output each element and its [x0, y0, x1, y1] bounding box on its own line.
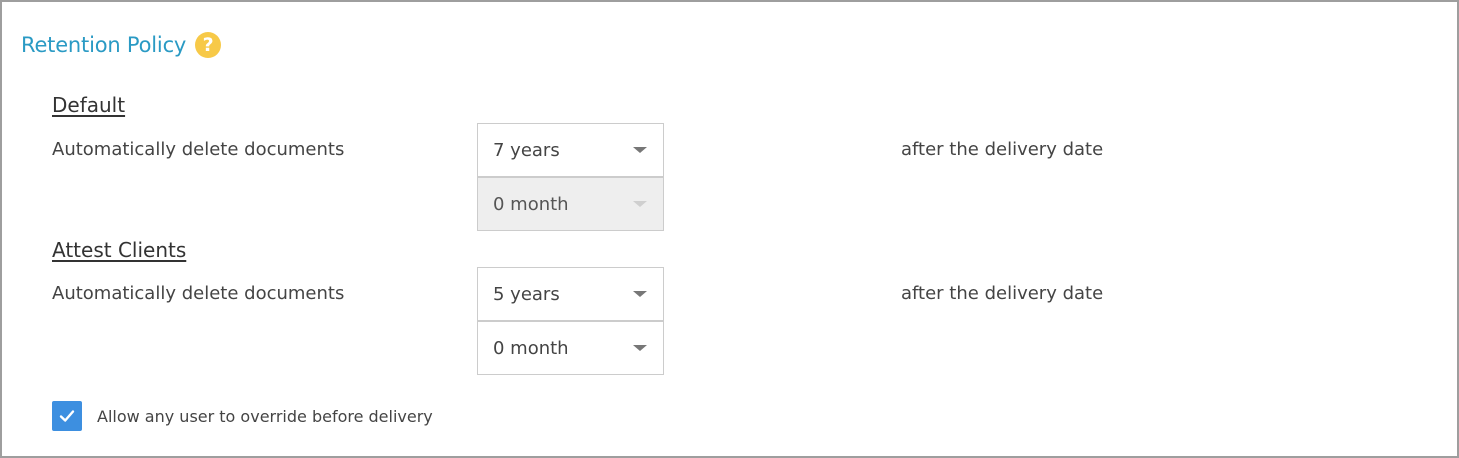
checkmark-icon [59, 410, 75, 422]
default-months-select: 0 month [477, 177, 664, 231]
section-heading-attest-clients: Attest Clients [52, 238, 187, 262]
chevron-down-icon [633, 345, 647, 351]
attest-months-select[interactable]: 0 month [477, 321, 664, 375]
default-years-value: 7 years [493, 139, 560, 161]
section-heading-default: Default [52, 93, 126, 117]
attest-delete-label: Automatically delete documents [52, 283, 345, 304]
default-years-select[interactable]: 7 years [477, 123, 664, 177]
help-circle-icon[interactable]: ? [195, 32, 222, 58]
default-suffix-text: after the delivery date [901, 139, 1104, 160]
panel-title: Retention Policy [21, 33, 187, 57]
panel-header: Retention Policy ? [21, 30, 222, 60]
attest-suffix-text: after the delivery date [901, 283, 1104, 304]
override-checkbox[interactable] [52, 401, 82, 431]
attest-months-value: 0 month [493, 337, 569, 359]
chevron-down-icon [633, 147, 647, 153]
override-checkbox-label: Allow any user to override before delive… [97, 406, 433, 426]
retention-policy-panel: Retention Policy ? Default Automatically… [0, 0, 1459, 458]
attest-years-select[interactable]: 5 years [477, 267, 664, 321]
chevron-down-icon [633, 201, 647, 207]
chevron-down-icon [633, 291, 647, 297]
override-checkbox-row[interactable]: Allow any user to override before delive… [52, 401, 433, 431]
default-months-value: 0 month [493, 193, 569, 215]
default-delete-label: Automatically delete documents [52, 139, 345, 160]
attest-years-value: 5 years [493, 283, 560, 305]
